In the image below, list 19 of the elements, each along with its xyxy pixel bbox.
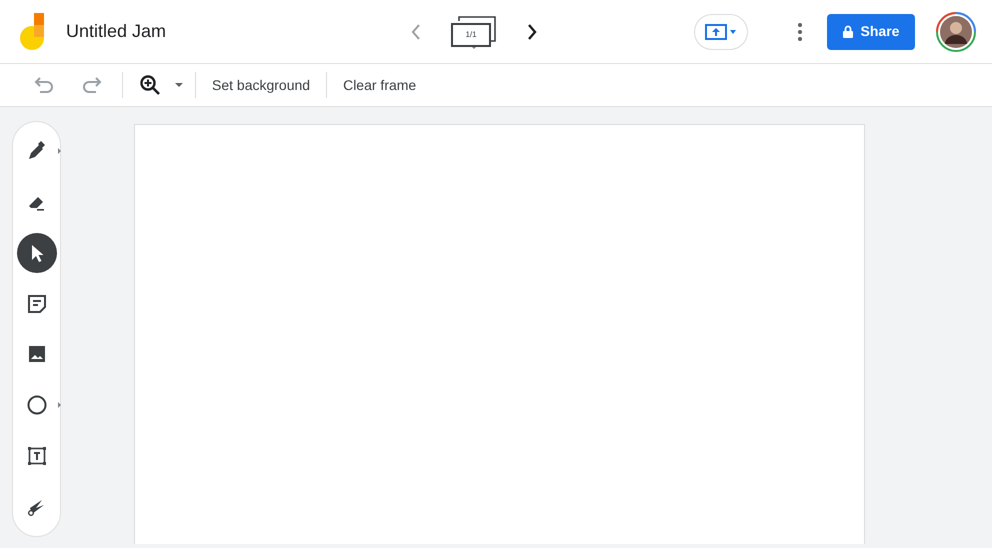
- chevron-left-icon: [411, 24, 422, 40]
- zoom-button[interactable]: [139, 74, 183, 96]
- clear-frame-button[interactable]: Clear frame: [335, 70, 424, 100]
- next-frame-button[interactable]: [527, 24, 538, 40]
- present-icon: [705, 24, 737, 40]
- tool-button[interactable]: [16, 232, 56, 273]
- circle-icon: [26, 394, 48, 416]
- caret-icon: [175, 82, 183, 88]
- zoom-in-icon: [139, 74, 161, 96]
- present-button[interactable]: [694, 14, 748, 50]
- more-icon: [798, 22, 802, 40]
- chevron-right-icon: [527, 24, 538, 40]
- lock-icon: [842, 25, 853, 38]
- text-box-icon: [26, 444, 48, 467]
- share-button[interactable]: Share: [827, 14, 915, 50]
- avatar[interactable]: [936, 12, 976, 52]
- set-background-button[interactable]: Set background: [204, 70, 318, 100]
- document-title[interactable]: Untitled Jam: [66, 18, 166, 45]
- sticky-note-icon: [26, 292, 48, 315]
